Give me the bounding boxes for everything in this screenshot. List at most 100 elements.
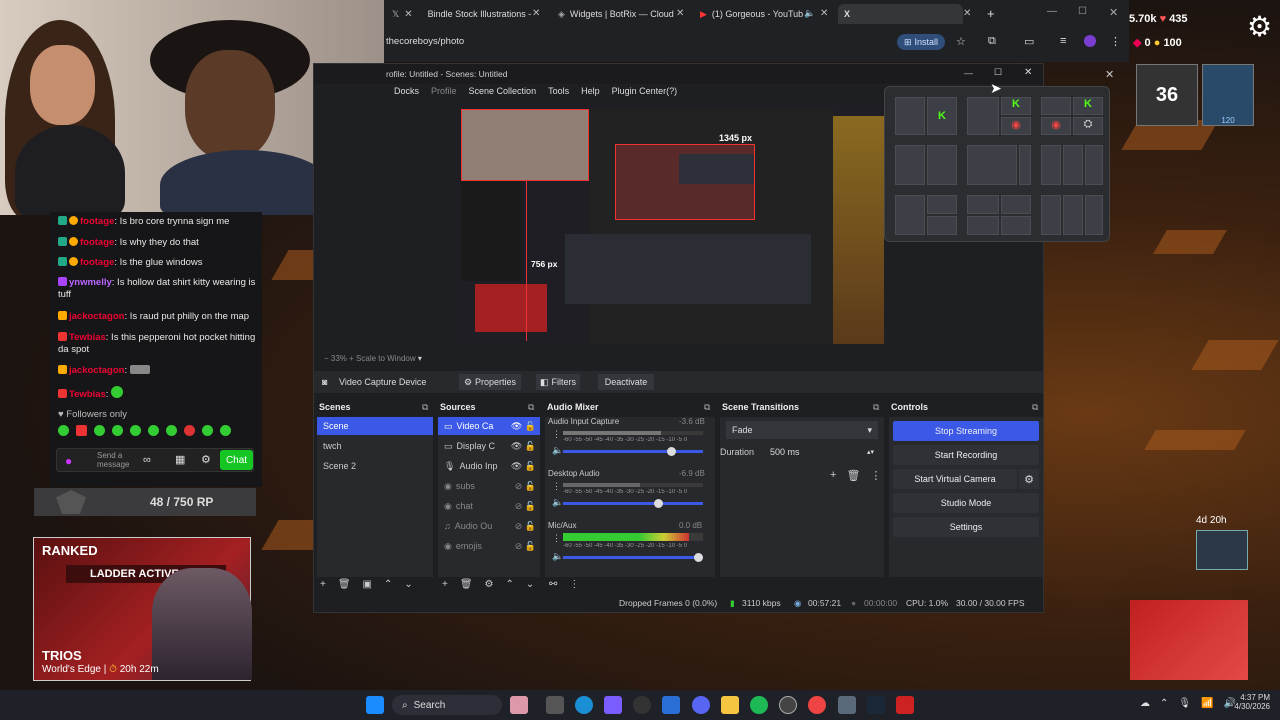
duration-input[interactable]: 500 ms ▴▾ (766, 443, 878, 461)
snap-zone[interactable] (1063, 145, 1083, 185)
snap-zone[interactable] (967, 216, 999, 235)
media-icon[interactable]: ≡ (1060, 35, 1066, 47)
kebab-icon[interactable]: ⋮ (870, 469, 881, 482)
zoom-bar[interactable]: − 33% + Scale to Window ▾ (324, 354, 422, 363)
calendar-icon[interactable]: ▦ (175, 453, 185, 466)
widget-icon[interactable] (510, 696, 528, 714)
volume-slider[interactable] (563, 499, 703, 508)
discord-icon[interactable] (692, 696, 710, 714)
dock-undock-icon[interactable]: ⧉ (704, 402, 710, 413)
start-virtual-camera-button[interactable]: Start Virtual Camera (893, 469, 1017, 489)
menu-docks[interactable]: Docks (394, 86, 419, 96)
maximize-icon[interactable]: ☐ (1078, 6, 1087, 17)
source-item[interactable]: 🎙 Audio Inp 👁 🔓 (438, 457, 540, 475)
install-button[interactable]: ⊞ Install (897, 34, 945, 50)
chat-send-button[interactable]: Chat (220, 450, 253, 470)
menu-plugin-center[interactable]: Plugin Center(?) (612, 86, 678, 96)
source-item[interactable]: ♫ Audio Ou ⊘ 🔓 (438, 517, 540, 535)
snap-zone[interactable] (895, 195, 925, 235)
app-icon[interactable] (633, 696, 651, 714)
source-item[interactable]: ▭ Video Ca 👁 🔓 (438, 417, 540, 435)
kebab-icon[interactable]: ⋮ (552, 533, 561, 544)
emote-row[interactable] (58, 425, 248, 439)
close-icon[interactable]: ✕ (963, 8, 971, 19)
chrome-icon[interactable]: ◉ (1001, 117, 1031, 135)
browser-tab[interactable]: ◈ Widgets | BotRix — Cloud (552, 4, 677, 24)
snap-zone[interactable] (1041, 97, 1071, 115)
close-icon[interactable]: ✕ (532, 8, 540, 19)
browser-tab-active[interactable]: X (838, 4, 963, 24)
minimize-icon[interactable]: — (1047, 6, 1057, 17)
snap-zone[interactable]: K (927, 97, 957, 135)
studio-mode-button[interactable]: Studio Mode (893, 493, 1039, 513)
windows-start-icon[interactable] (366, 696, 384, 714)
steam-icon[interactable] (867, 696, 885, 714)
browser-tab[interactable]: 𝕏 ✕ Bindle Stock Illustrations - (386, 4, 536, 24)
properties-button[interactable]: ⚙ Properties (459, 374, 521, 390)
file-explorer-icon[interactable] (721, 696, 739, 714)
add-icon[interactable]: + (830, 469, 836, 482)
extensions-icon[interactable]: ⧉ (988, 35, 996, 48)
trash-icon[interactable]: 🗑 (846, 469, 860, 482)
close-icon[interactable]: ✕ (404, 9, 412, 20)
minimize-icon[interactable]: — (964, 68, 973, 78)
gear-icon[interactable]: ⚙ (485, 579, 494, 590)
maximize-icon[interactable]: ☐ (994, 67, 1002, 78)
obs-preview-canvas[interactable]: 1345 px 756 px (461, 106, 884, 344)
edge-icon[interactable] (575, 696, 593, 714)
menu-profile[interactable]: Profile (431, 86, 457, 96)
deactivate-button[interactable]: Deactivate (598, 374, 654, 390)
address-bar[interactable]: thecoreboys/photo (384, 32, 884, 52)
snap-zone[interactable] (927, 216, 957, 235)
source-item[interactable]: ▭ Display C 👁 🔓 (438, 437, 540, 455)
start-recording-button[interactable]: Start Recording (893, 445, 1039, 465)
settings-icon[interactable] (838, 696, 856, 714)
close-icon[interactable]: ✕ (676, 8, 684, 19)
menu-icon[interactable]: ⋮ (1110, 35, 1121, 48)
close-icon[interactable]: ✕ (1105, 68, 1114, 81)
snap-zone[interactable]: K (1001, 97, 1031, 115)
kebab-icon[interactable]: ⋮ (552, 481, 561, 492)
menu-help[interactable]: Help (581, 86, 600, 96)
down-arrow-icon[interactable]: ⌄ (404, 579, 412, 590)
snap-zone[interactable] (1001, 216, 1031, 235)
gear-icon[interactable]: ⚙ (201, 453, 211, 466)
close-window-icon[interactable]: ✕ (1109, 6, 1118, 19)
kebab-icon[interactable]: ⋮ (552, 429, 561, 440)
settings-button[interactable]: Settings (893, 517, 1039, 537)
snap-zone[interactable] (927, 195, 957, 214)
close-icon[interactable]: ✕ (1024, 67, 1032, 78)
down-arrow-icon[interactable]: ⌄ (526, 579, 534, 590)
snap-zone[interactable] (1085, 145, 1103, 185)
snap-zone[interactable] (967, 145, 1017, 185)
new-tab-icon[interactable]: + (987, 6, 995, 21)
filter-icon[interactable]: ▣ (363, 579, 372, 590)
snap-zone[interactable] (895, 97, 925, 135)
link-icon[interactable]: ⚯ (549, 579, 557, 590)
source-item[interactable]: ◉ subs ⊘ 🔓 (438, 477, 540, 495)
steam-icon[interactable]: ⛭ (1073, 117, 1103, 135)
snap-zone[interactable] (895, 145, 925, 185)
snap-zone[interactable]: K (1073, 97, 1103, 115)
snap-zone[interactable] (1041, 195, 1061, 235)
clock[interactable]: 4:37 PM 4/30/2026 (1220, 693, 1270, 711)
speaker-icon[interactable]: 🔈 (804, 8, 815, 19)
snap-zone[interactable] (967, 97, 999, 135)
scene-item[interactable]: Scene 2 (317, 457, 433, 475)
add-icon[interactable]: + (442, 579, 448, 590)
add-icon[interactable]: + (320, 579, 326, 590)
chrome-icon[interactable] (808, 696, 826, 714)
speaker-icon[interactable]: 🔈 (552, 497, 563, 508)
snap-zone[interactable] (1001, 195, 1031, 214)
scene-item[interactable]: twch (317, 437, 433, 455)
spotify-icon[interactable] (750, 696, 768, 714)
speaker-icon[interactable]: 🔈 (552, 445, 563, 456)
close-icon[interactable]: ✕ (820, 8, 828, 19)
stop-streaming-button[interactable]: Stop Streaming (893, 421, 1039, 441)
mic-icon[interactable]: ● (65, 454, 72, 468)
scene-item[interactable]: Scene (317, 417, 433, 435)
menu-scene-collection[interactable]: Scene Collection (469, 86, 537, 96)
filters-button[interactable]: ◧ Filters (536, 374, 580, 390)
snap-zone[interactable] (1063, 195, 1083, 235)
trash-icon[interactable]: 🗑 (338, 579, 351, 590)
